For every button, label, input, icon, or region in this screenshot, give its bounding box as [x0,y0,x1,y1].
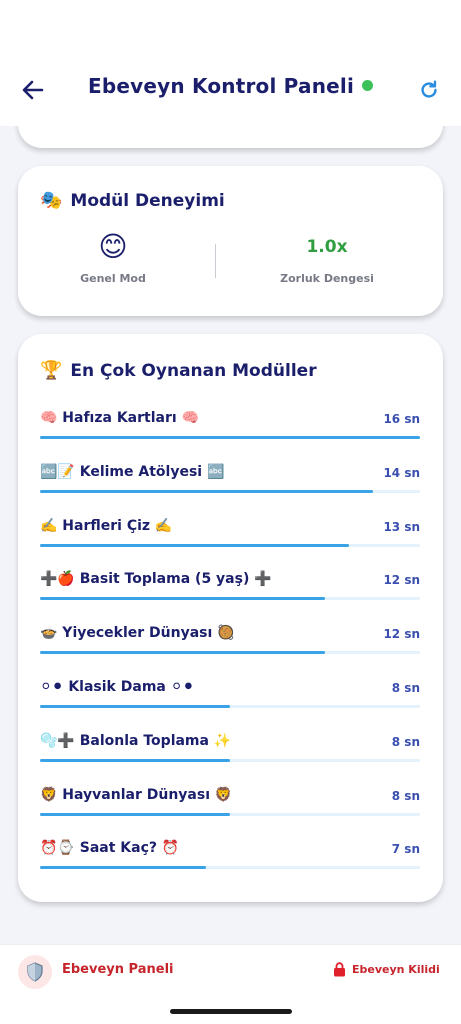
module-progress-track [40,597,420,601]
general-mode-stat: 😊 Genel Mod [18,228,208,285]
module-time: 13 sn [383,519,420,534]
module-name: 🍲 Yiyecekler Dünyası 🥘 [40,625,235,642]
parent-panel-label[interactable]: Ebeveyn Paneli [62,962,173,977]
module-time: 8 sn [391,680,420,695]
header: Ebeveyn Kontrol Paneli [0,0,461,126]
module-row: 🫧➕ Balonla Toplama ✨ 8 sn [40,727,420,781]
parent-panel-button[interactable] [18,955,52,989]
module-row: ✍️ Harfleri Çiz ✍️ 13 sn [40,512,420,566]
module-row: 🦁 Hayvanlar Dünyası 🦁 8 sn [40,781,420,835]
module-progress-track [40,866,420,870]
module-progress-track [40,489,420,493]
module-progress-fill [40,651,325,655]
module-progress-fill [40,866,207,870]
previous-card [18,126,443,148]
module-time: 12 sn [383,573,420,588]
top-modules-card: 🏆 En Çok Oynanan Modüller 🧠 Hafıza Kartl… [18,334,443,902]
module-name: ⏰⌚ Saat Kaç? ⏰ [40,840,180,857]
content-scroll-area[interactable]: 🎭 Modül Deneyimi 😊 Genel Mod 1.0x Zorluk… [0,126,461,918]
module-time: 14 sn [383,465,420,480]
module-name: ➕🍎 Basit Toplama (5 yaş) ➕ [40,571,272,588]
module-row: 🧠 Hafıza Kartları 🧠 16 sn [40,404,420,458]
difficulty-label: Zorluk Dengesi [280,272,374,285]
module-progress-fill [40,597,325,601]
module-row: 🔤📝 Kelime Atölyesi 🔤 14 sn [40,458,420,512]
top-modules-title-text: En Çok Oynanan Modüller [70,360,317,381]
home-indicator [170,1009,292,1014]
general-mode-label: Genel Mod [80,272,146,285]
module-progress-fill [40,812,230,816]
module-progress-fill [40,489,373,493]
module-progress-track [40,651,420,655]
module-time: 12 sn [383,627,420,642]
smile-icon: 😊 [98,230,128,263]
difficulty-stat: 1.0x Zorluk Dengesi [232,228,422,285]
module-time: 7 sn [391,842,420,857]
top-modules-list: 🧠 Hafıza Kartları 🧠 16 sn 🔤📝 Kelime Atölye… [40,404,420,888]
module-row: ➕🍎 Basit Toplama (5 yaş) ➕ 12 sn [40,565,420,619]
module-experience-card: 🎭 Modül Deneyimi 😊 Genel Mod 1.0x Zorluk… [18,166,443,316]
module-row: ⏰⌚ Saat Kaç? ⏰ 7 sn [40,834,420,888]
module-name: 🦁 Hayvanlar Dünyası 🦁 [40,786,233,803]
module-progress-track [40,436,420,439]
module-name: ✍️ Harfleri Çiz ✍️ [40,517,173,534]
module-progress-fill [40,758,230,762]
module-progress-fill [40,436,420,439]
module-progress-fill [40,704,230,708]
top-modules-title: 🏆 En Çok Oynanan Modüller [40,360,317,381]
module-progress-track [40,812,420,816]
page-title: Ebeveyn Kontrol Paneli [0,74,461,98]
stat-divider [215,244,216,278]
theater-masks-icon: 🎭 [40,190,63,211]
lock-icon [334,962,345,977]
module-time: 8 sn [391,734,420,749]
module-name: ⚪⚫ Klasik Dama ⚪⚫ [40,678,195,695]
module-experience-title: 🎭 Modül Deneyimi [40,190,225,211]
refresh-button[interactable] [414,76,444,104]
module-progress-track [40,704,420,708]
difficulty-value: 1.0x [306,237,348,257]
refresh-icon [421,80,437,98]
module-name: 🔤📝 Kelime Atölyesi 🔤 [40,463,225,480]
bottom-bar: Ebeveyn Paneli Ebeveyn Kilidi [0,944,461,1024]
module-row: ⚪⚫ Klasik Dama ⚪⚫ 8 sn [40,673,420,727]
page-title-text: Ebeveyn Kontrol Paneli [87,74,355,98]
module-progress-fill [40,543,349,547]
module-time: 16 sn [383,412,420,426]
trophy-icon: 🏆 [40,360,63,381]
module-progress-track [40,543,420,547]
parent-lock-button[interactable]: Ebeveyn Kilidi [333,962,440,977]
module-progress-track [40,758,420,762]
module-experience-title-text: Modül Deneyimi [70,190,225,211]
parent-lock-label: Ebeveyn Kilidi [352,963,440,976]
status-dot [362,80,374,91]
shield-icon [27,962,43,982]
module-row: 🍲 Yiyecekler Dünyası 🥘 12 sn [40,619,420,673]
module-name: 🧠 Hafıza Kartları 🧠 [40,410,199,426]
module-time: 8 sn [391,788,420,803]
module-name: 🫧➕ Balonla Toplama ✨ [40,732,232,749]
